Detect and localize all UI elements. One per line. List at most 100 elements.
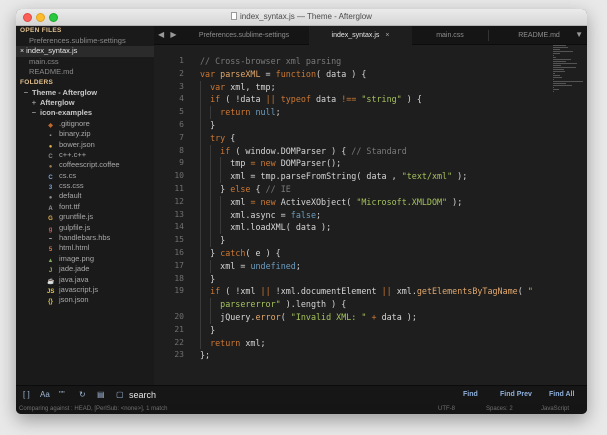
in-selection-toggle-icon[interactable]: ▤ bbox=[97, 390, 105, 399]
tab-label: index_syntax.js bbox=[331, 32, 380, 39]
find-prev-button[interactable]: Find Prev bbox=[500, 391, 532, 398]
code-line[interactable]: xml.async = false; bbox=[200, 208, 533, 222]
file-item[interactable]: Ccs.cs bbox=[16, 171, 154, 181]
folder-item[interactable]: − Theme - Afterglow bbox=[16, 88, 154, 98]
code-line[interactable]: return xml; bbox=[200, 336, 533, 350]
wrap-toggle-icon[interactable]: ↻ bbox=[79, 390, 86, 399]
file-item[interactable]: Cc++.c++ bbox=[16, 150, 154, 160]
code-token: "text/xml" bbox=[401, 171, 453, 182]
case-sensitive-toggle-icon[interactable]: Aa bbox=[40, 390, 50, 399]
open-file-item[interactable]: Preferences.sublime-settings bbox=[16, 36, 154, 46]
code-line[interactable]: parsererror" ).length ) { bbox=[200, 298, 533, 311]
minimap[interactable] bbox=[553, 45, 587, 135]
code-line[interactable]: } bbox=[200, 323, 533, 337]
open-file-item[interactable]: × index_syntax.js bbox=[16, 46, 154, 57]
folder-tree: − Theme - Afterglow + Afterglow − icon-exampl… bbox=[16, 88, 154, 119]
tab-dropdown-icon[interactable]: ▼ bbox=[575, 30, 583, 39]
whole-word-toggle-icon[interactable]: "" bbox=[59, 390, 65, 399]
code-line[interactable]: xml = tmp.parseFromString( data , "text/… bbox=[200, 170, 533, 183]
close-file-icon[interactable]: × bbox=[20, 48, 24, 55]
file-item[interactable]: ▪ binary.zip bbox=[16, 129, 154, 139]
file-item[interactable]: 5 html.html bbox=[16, 243, 154, 253]
tab-navigation-arrows-icon[interactable]: ◀ ▶ bbox=[158, 30, 179, 39]
file-item[interactable]: ~ handlebars.hbs bbox=[16, 233, 154, 243]
line-number: 14 bbox=[174, 222, 184, 232]
code-token: { bbox=[230, 132, 236, 143]
file-item[interactable]: Ggruntfile.js bbox=[16, 212, 154, 222]
syntax-indicator[interactable]: JavaScript bbox=[541, 404, 569, 414]
indent-guide bbox=[220, 157, 222, 171]
find-button[interactable]: Find bbox=[463, 391, 478, 398]
line-number: 9 bbox=[179, 158, 184, 168]
code-line[interactable]: } bbox=[200, 234, 533, 247]
code-area[interactable]: // Cross-browser xml parsing var parseXML… bbox=[200, 55, 533, 362]
minimap-line bbox=[553, 77, 562, 78]
minimap-line bbox=[553, 55, 555, 56]
code-token: !xml.documentElement bbox=[275, 286, 382, 297]
code-token: = bbox=[260, 68, 276, 79]
code-line[interactable]: xml.loadXML( data ); bbox=[200, 221, 533, 235]
code-line[interactable]: } catch( e ) { bbox=[200, 246, 533, 260]
code-line[interactable]: tmp = new DOMParser(); bbox=[200, 157, 533, 171]
disclosure-icon[interactable]: − bbox=[22, 88, 30, 98]
code-line[interactable]: } else { // IE bbox=[200, 182, 533, 196]
minimap-line bbox=[553, 47, 568, 48]
tab-4[interactable]: README.md bbox=[488, 26, 587, 45]
file-item[interactable]: ▲ image.png bbox=[16, 254, 154, 264]
minimap-line bbox=[553, 83, 567, 84]
code-line[interactable]: xml = new ActiveXObject( "Microsoft.XMLD… bbox=[200, 195, 533, 209]
open-file-item[interactable]: README.md bbox=[16, 67, 154, 77]
folder-item[interactable]: + Afterglow bbox=[16, 98, 154, 108]
file-item[interactable]: Jjade.jade bbox=[16, 264, 154, 274]
code-line[interactable]: xml = undefined; bbox=[200, 259, 533, 273]
file-item[interactable]: JS javascript.js bbox=[16, 285, 154, 295]
indent-guide bbox=[200, 182, 201, 196]
code-line[interactable]: if ( !xml || !xml.documentElement || xml… bbox=[200, 285, 533, 299]
file-item[interactable]: 3 css.css bbox=[16, 181, 154, 191]
code-line[interactable]: } bbox=[200, 118, 533, 132]
code-line[interactable]: var parseXML = function( data ) { bbox=[200, 68, 533, 81]
line-number: 4 bbox=[179, 94, 184, 104]
find-input[interactable] bbox=[129, 388, 449, 402]
code-line[interactable]: if ( window.DOMParser ) { // Standard bbox=[200, 144, 533, 158]
disclosure-icon[interactable]: − bbox=[30, 108, 38, 118]
encoding-indicator[interactable]: UTF-8 bbox=[438, 404, 455, 414]
disclosure-icon[interactable]: + bbox=[30, 98, 38, 108]
file-item[interactable]: Afont.ttf bbox=[16, 202, 154, 212]
code-editor[interactable]: 1 2 3 4 5 6 7 8 9 10 11 12 13 14 15 16 17 18 19 20 21 22 23 //… bbox=[154, 45, 587, 385]
code-line[interactable]: } bbox=[200, 272, 533, 286]
code-line[interactable]: jQuery.error( "Invalid XML: " + data ); bbox=[200, 310, 533, 324]
tab-3[interactable]: main.css bbox=[412, 26, 488, 45]
code-token: + bbox=[366, 311, 382, 322]
file-item[interactable]: ◆ .gitignore bbox=[16, 119, 154, 129]
code-line[interactable]: if ( !data || typeof data !== "string" )… bbox=[200, 93, 533, 107]
tab-2[interactable]: index_syntax.js × bbox=[309, 26, 412, 45]
file-item[interactable]: g gulpfile.js bbox=[16, 223, 154, 233]
code-line[interactable]: try { bbox=[200, 131, 533, 145]
indentation-indicator[interactable]: Spaces: 2 bbox=[486, 404, 513, 414]
folders-heading: FOLDERS bbox=[20, 78, 54, 86]
code-line[interactable]: // Cross-browser xml parsing bbox=[200, 55, 533, 68]
folder-item[interactable]: − icon-examples bbox=[16, 108, 154, 118]
find-all-button[interactable]: Find All bbox=[549, 391, 574, 398]
file-item[interactable]: ☕ java.java bbox=[16, 275, 154, 285]
minimap-line bbox=[553, 69, 564, 70]
line-number: 20 bbox=[174, 311, 184, 321]
open-file-item[interactable]: main.css bbox=[16, 57, 154, 67]
folder-label: Theme - Afterglow bbox=[32, 87, 98, 97]
file-label: font.ttf bbox=[59, 201, 80, 211]
file-item[interactable]: ● default bbox=[16, 191, 154, 201]
code-line[interactable]: }; bbox=[200, 349, 533, 362]
tab-1[interactable]: Preferences.sublime-settings bbox=[179, 26, 309, 45]
code-line[interactable]: return null; bbox=[200, 106, 533, 119]
highlight-toggle-icon[interactable]: ▢ bbox=[116, 390, 124, 399]
file-label: jade.jade bbox=[59, 264, 90, 274]
file-item[interactable]: {} json.json bbox=[16, 295, 154, 305]
file-label: css.css bbox=[59, 181, 84, 191]
file-item[interactable]: ● coffeescript.coffee bbox=[16, 160, 154, 170]
regex-toggle-icon[interactable]: [ ] bbox=[23, 390, 30, 399]
line-number: 11 bbox=[174, 183, 184, 193]
close-tab-icon[interactable]: × bbox=[385, 32, 389, 39]
file-item[interactable]: ● bower.json bbox=[16, 140, 154, 150]
code-line[interactable]: var xml, tmp; bbox=[200, 80, 533, 94]
